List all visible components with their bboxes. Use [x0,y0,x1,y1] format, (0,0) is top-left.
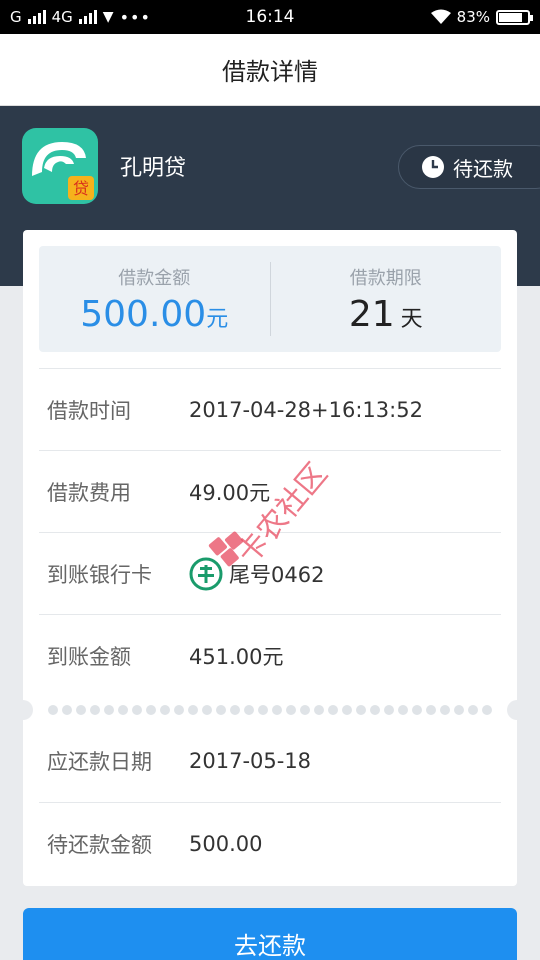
detail-label: 待还款金额 [47,832,152,857]
signal-icon-2 [78,10,97,24]
detail-label: 借款费用 [47,480,131,505]
perforation-dot [48,705,58,715]
status-bar: G 4G ▼ ••• 16:14 83% [0,0,540,34]
perforation-dot [174,705,184,715]
detail-value: 49.00元 [189,480,271,505]
detail-value: 500.00 [189,831,263,856]
battery-icon [496,9,533,25]
detail-label: 到账银行卡 [47,562,152,587]
loan-term-summary: 借款期限 21 天 [271,246,502,352]
detail-row-outstanding: 待还款金额 500.00 [39,802,501,884]
app-logo-icon: 贷 [32,142,94,200]
bank-logo-icon [189,557,223,590]
perforation-dot [328,705,338,715]
perforation-dot [426,705,436,715]
perforation-dot [398,705,408,715]
perforation-dot [216,705,226,715]
perforation-dot [370,705,380,715]
perforation-dot [286,705,296,715]
perforation-dot [188,705,198,715]
perforation-dot [132,705,142,715]
detail-row-due-date: 应还款日期 2017-05-18 [39,720,501,802]
detail-row-received-amount: 到账金额 451.00元 [39,614,501,696]
detail-row-loan-fee: 借款费用 49.00元 [39,450,501,532]
perforation-dot [300,705,310,715]
perforation-dot [230,705,240,715]
detail-label: 到账金额 [47,644,131,669]
perforation-dot [440,705,450,715]
loan-term-value: 21 [348,293,395,335]
perforation-dot [202,705,212,715]
nav-bar: 借款详情 [0,34,540,106]
perforation-dot [342,705,352,715]
detail-value: 2017-05-18 [189,749,312,773]
perforation-dot [454,705,464,715]
detail-row-loan-time: 借款时间 2017-04-28+16:13:52 [39,368,501,450]
loan-amount-summary: 借款金额 500.00 元 [39,246,270,352]
loan-term-unit: 天 [400,306,423,332]
status-right: 83% [430,8,533,26]
loan-summary: 借款金额 500.00 元 借款期限 21 天 [39,246,501,352]
logo-badge-text: 贷 [73,179,89,198]
loan-term-row: 21 天 [349,294,423,335]
loan-amount-label: 借款金额 [118,267,191,289]
vpn-shield-icon: ▼ [102,9,114,25]
battery-percent: 83% [456,8,490,26]
loan-amount-value: 500.00 [80,293,207,335]
perforation-dot [272,705,282,715]
perforation-dot [146,705,156,715]
perforation-dot [314,705,324,715]
perforation-dot [244,705,254,715]
bank-card-tail: 尾号0462 [229,562,325,587]
more-dots-icon: ••• [119,7,151,27]
perforation-dot [118,705,128,715]
perforation-dot [482,705,492,715]
loan-status-badge: 待还款 [398,145,540,189]
loan-term-label: 借款期限 [349,267,422,289]
perforation-dot [62,705,72,715]
detail-value: 451.00元 [189,644,284,669]
perforation-dot [104,705,114,715]
detail-row-bank-card: 到账银行卡 尾号0462 [39,532,501,614]
perforation-dot [90,705,100,715]
bank-card-value: 尾号0462 [189,557,324,591]
detail-label: 应还款日期 [47,750,152,774]
perforation-dot [412,705,422,715]
perforation-dot [76,705,86,715]
wifi-icon [430,9,451,24]
loan-detail-card: 借款金额 500.00 元 借款期限 21 天 借款时间 2017-04-28+… [13,230,527,886]
loan-status-label: 待还款 [453,156,513,181]
page-title: 借款详情 [222,58,318,86]
loan-amount-row: 500.00 元 [80,294,228,335]
network-label: 4G [51,8,73,26]
clock-icon [422,156,444,178]
carrier-label: G [10,8,22,26]
perforation-dot [468,705,478,715]
signal-icon [27,10,46,24]
status-left: G 4G ▼ ••• [10,8,151,27]
detail-value: 2017-04-28+16:13:52 [189,397,423,422]
repay-button[interactable]: 去还款 [23,908,517,960]
perforation-dot [258,705,268,715]
perforation-dot [356,705,366,715]
perforation-dot [384,705,394,715]
app-name: 孔明贷 [120,156,187,181]
detail-label: 借款时间 [47,398,131,423]
perforation-dot [160,705,170,715]
loan-amount-unit: 元 [206,306,229,332]
app-logo: 贷 [22,128,98,204]
perforation-divider [23,700,517,720]
